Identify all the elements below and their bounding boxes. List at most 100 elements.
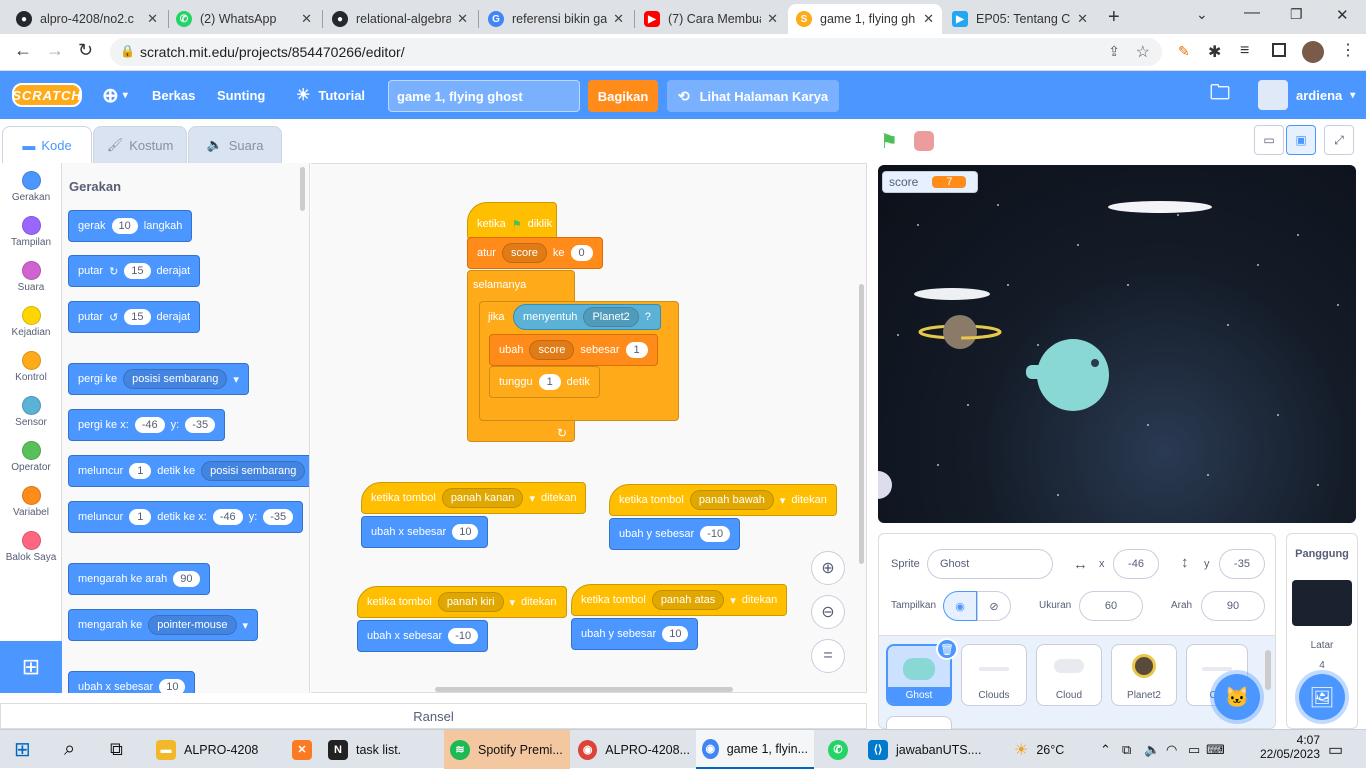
taskbar-item-chrome-2[interactable]: ◉ game 1, flyin... <box>696 730 814 769</box>
sprite-list-scrollbar[interactable] <box>1265 650 1271 690</box>
backdrop-thumbnail[interactable] <box>1292 580 1352 626</box>
block-turn-left[interactable]: putar ↺ 15 derajat <box>68 301 201 333</box>
block-goto[interactable]: pergi ke posisi sembarang ▾ <box>68 363 249 395</box>
my-stuff-folder-icon[interactable]: 🗀 <box>1210 71 1230 119</box>
sprite-tile-partial[interactable] <box>886 716 952 730</box>
block-glide-xy[interactable]: meluncur 1 detik ke x: -46 y: -35 <box>68 501 304 533</box>
block-wait[interactable]: tunggu 1 detik <box>489 366 600 398</box>
category-motion[interactable]: Gerakan <box>0 163 62 203</box>
taskbar-item-xampp[interactable]: ✕ <box>282 730 322 769</box>
block-change-x[interactable]: ubah x sebesar 10 <box>68 671 196 693</box>
menu-file[interactable]: Berkas <box>152 71 195 119</box>
direction-input[interactable]: 90 <box>1201 591 1265 621</box>
sprite-tile-clouds[interactable]: Clouds <box>961 644 1027 706</box>
tab-code[interactable]: ▬ Kode <box>2 126 92 164</box>
category-operators[interactable]: Operator <box>0 433 62 473</box>
block-when-key-up[interactable]: ketika tombol panah atas ▾ ditekan <box>571 584 788 616</box>
block-change-x-10[interactable]: ubah x sebesar 10 <box>361 516 489 548</box>
x-input[interactable]: -46 <box>1113 549 1159 579</box>
stage-canvas[interactable]: score 7 <box>878 165 1356 523</box>
side-panel-icon[interactable] <box>1272 43 1286 57</box>
workspace-vscrollbar[interactable] <box>859 284 864 564</box>
block-change-x-neg10[interactable]: ubah x sebesar -10 <box>357 620 489 652</box>
scratch-logo[interactable]: SCRATCH <box>12 83 82 107</box>
menu-edit[interactable]: Sunting <box>217 71 265 119</box>
extension-pen-icon[interactable]: ✎ <box>1178 43 1190 60</box>
close-icon[interactable]: ✕ <box>613 11 624 27</box>
close-icon[interactable]: ✕ <box>1077 11 1088 27</box>
taskbar-item-whatsapp[interactable]: ✆ <box>818 730 858 769</box>
menu-icon[interactable]: ⋮ <box>1340 40 1356 60</box>
y-input[interactable]: -35 <box>1219 549 1265 579</box>
browser-tab-3[interactable]: Greferensi bikin ga ✕ <box>480 4 632 34</box>
reload-icon[interactable]: ↻ <box>78 40 93 61</box>
task-view-icon[interactable]: ⧉ <box>104 730 129 769</box>
close-icon[interactable]: ✕ <box>301 11 312 27</box>
close-icon[interactable]: ✕ <box>147 11 158 27</box>
choose-sprite-cat-icon[interactable]: 🐱 <box>1214 674 1260 720</box>
category-variables[interactable]: Variabel <box>0 478 62 518</box>
category-looks[interactable]: Tampilan <box>0 208 62 248</box>
backpack[interactable]: Ransel <box>0 703 867 729</box>
stop-icon[interactable] <box>914 131 934 151</box>
zoom-reset-icon[interactable]: = <box>811 639 845 673</box>
taskbar-item-notion[interactable]: Ntask list. <box>322 730 440 769</box>
close-icon[interactable]: ✕ <box>457 11 468 27</box>
browser-tab-6[interactable]: ▶ EP05: Tentang Ci ✕ <box>944 4 1096 34</box>
normal-stage-icon[interactable]: ▣ <box>1286 125 1316 155</box>
block-goto-xy[interactable]: pergi ke x: -46 y: -35 <box>68 409 226 441</box>
language-globe-icon[interactable]: ⊕ ▾ <box>102 71 128 119</box>
search-icon[interactable]: ⌕ <box>58 730 81 769</box>
browser-tab-5-active[interactable]: Sgame 1, flying gh ✕ <box>788 4 942 34</box>
tab-sound[interactable]: 🔈 Suara <box>188 126 282 164</box>
new-tab-icon[interactable]: + <box>1108 6 1120 29</box>
account-menu[interactable]: ardiena ▾ <box>1258 71 1355 119</box>
delete-trash-icon[interactable]: 🗑 <box>936 638 958 660</box>
zoom-in-icon[interactable]: ⊕ <box>811 551 845 585</box>
taskbar-item-explorer[interactable]: ▬ ALPRO-4208 <box>150 730 282 769</box>
taskbar-item-chrome-1[interactable]: ◉ ALPRO-4208... <box>572 730 696 769</box>
close-icon[interactable]: ✕ <box>923 11 934 27</box>
block-turn-right[interactable]: putar ↻ 15 derajat <box>68 255 201 287</box>
block-change-y-10[interactable]: ubah y sebesar 10 <box>571 618 699 650</box>
sprite-tile-planet2[interactable]: Planet2 <box>1111 644 1177 706</box>
show-visible-icon[interactable]: ◉ <box>943 591 977 621</box>
language-icon[interactable]: ⌨ <box>1200 730 1231 769</box>
block-glide[interactable]: meluncur1detik keposisi sembarang▾ <box>68 455 309 487</box>
fullscreen-icon[interactable]: ⤢ <box>1324 125 1354 155</box>
bookmark-star-icon[interactable]: ☆ <box>1136 42 1150 62</box>
menu-tutorial[interactable]: ☀ Tutorial <box>296 71 365 119</box>
browser-tab-2[interactable]: ● relational-algebra ✕ <box>324 4 476 34</box>
block-when-flag-clicked[interactable]: ketika ⚑ diklik <box>467 202 557 240</box>
category-sensing[interactable]: Sensor <box>0 388 62 428</box>
category-my-blocks[interactable]: Balok Saya <box>0 523 62 563</box>
block-when-key-right[interactable]: ketika tombol panah kanan ▾ ditekan <box>361 482 587 514</box>
start-windows-icon[interactable]: ⊞ <box>8 730 37 769</box>
block-when-key-left[interactable]: ketika tombol panah kiri ▾ ditekan <box>357 586 567 618</box>
close-icon[interactable]: ✕ <box>767 11 778 27</box>
clock[interactable]: 4:07 22/05/2023 <box>1234 733 1320 761</box>
reading-list-icon[interactable]: ≡ <box>1240 42 1249 60</box>
sprite-tile-ghost[interactable]: Ghost 🗑 <box>886 638 958 706</box>
extensions-icon[interactable]: ✱ <box>1208 42 1221 62</box>
share-page-icon[interactable]: ⇪ <box>1108 43 1120 60</box>
palette-scrollbar[interactable] <box>300 167 305 211</box>
minimize-icon[interactable]: — <box>1244 4 1260 22</box>
taskbar-item-vscode[interactable]: ⟨⟩ jawabanUTS.... <box>862 730 988 769</box>
tab-costume[interactable]: 🖌 Kostum <box>93 126 187 164</box>
back-icon[interactable]: ← <box>14 40 32 61</box>
category-control[interactable]: Kontrol <box>0 343 62 383</box>
project-title-input[interactable]: game 1, flying ghost <box>388 80 580 112</box>
workspace-hscrollbar[interactable] <box>435 687 733 692</box>
see-project-page-button[interactable]: ⟲ Lihat Halaman Karya <box>667 80 839 112</box>
share-button[interactable]: Bagikan <box>588 80 658 112</box>
taskbar-item-spotify[interactable]: ≋ Spotify Premi... <box>444 730 570 769</box>
tray-device-icon[interactable]: ⧉ <box>1116 730 1137 769</box>
block-change-y-neg10[interactable]: ubah y sebesar -10 <box>609 518 741 550</box>
browser-tab-1[interactable]: ✆ (2) WhatsApp ✕ <box>168 4 320 34</box>
block-move-steps[interactable]: gerak 10 langkah <box>68 210 193 242</box>
sprite-name-input[interactable]: Ghost <box>927 549 1053 579</box>
block-touching[interactable]: menyentuh Planet2? <box>513 304 661 330</box>
tray-chevron-icon[interactable]: ⌃ <box>1094 730 1117 769</box>
block-point-towards[interactable]: mengarah ke pointer-mouse ▾ <box>68 609 259 641</box>
